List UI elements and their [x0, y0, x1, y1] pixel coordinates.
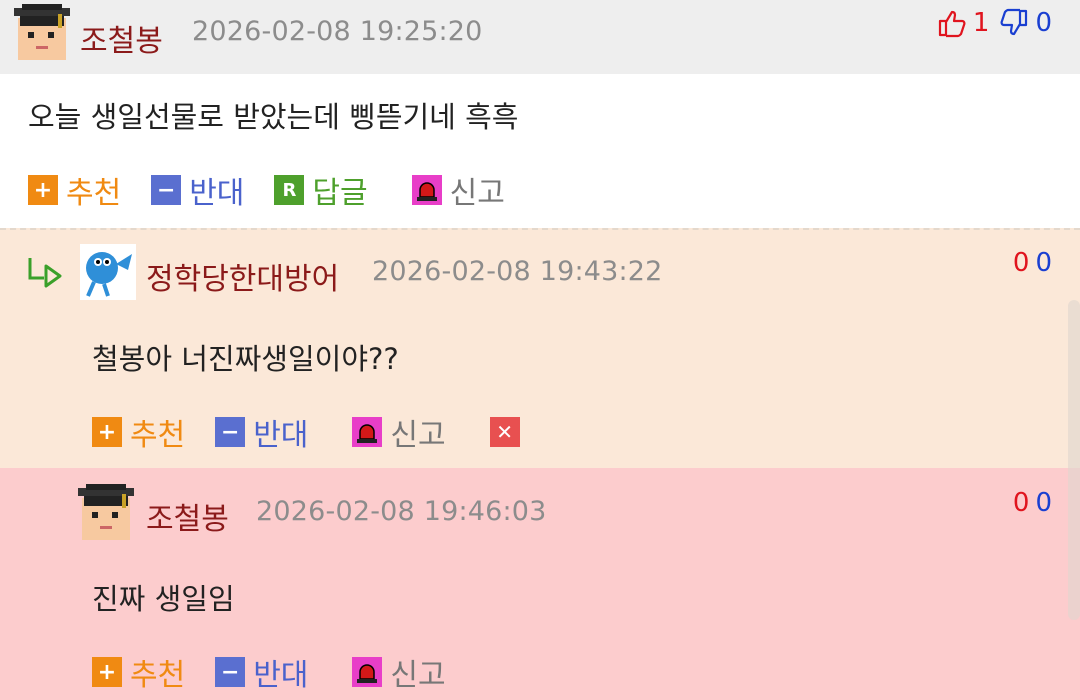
down-count: 0 — [1035, 248, 1052, 278]
close-icon: ✕ — [489, 417, 520, 447]
comment-text: 철봉아 너진짜생일이야?? — [92, 342, 399, 376]
oppose-button[interactable]: − 반대 — [215, 410, 308, 454]
plus-icon: + — [28, 175, 58, 205]
report-label: 신고 — [390, 418, 446, 453]
delete-button[interactable]: ✕ — [489, 417, 528, 447]
comment-text: 진짜 생일임 — [92, 582, 235, 616]
up-count: 0 — [1012, 488, 1030, 518]
comment-timestamp: 2026-02-08 19:43:22 — [372, 256, 663, 287]
plus-icon: + — [92, 657, 122, 687]
comment-header: 조철봉 2026-02-08 19:25:20 1 0 — [0, 0, 1080, 74]
oppose-label: 반대 — [253, 658, 309, 693]
report-label: 신고 — [390, 658, 446, 693]
report-label: 신고 — [449, 176, 505, 211]
blue-fish-avatar-icon[interactable] — [80, 244, 136, 300]
vote-counts: 1 0 — [937, 8, 1052, 38]
siren-icon — [411, 175, 442, 205]
reply-comment-item: 정학당한대방어 2026-02-08 19:43:22 0 0 철봉아 너진짜생… — [0, 228, 1080, 468]
comment-item: 조철봉 2026-02-08 19:25:20 1 0 오늘 생일선물로 받았는… — [0, 0, 1080, 228]
recommend-button[interactable]: + 추천 — [92, 650, 185, 694]
oppose-button[interactable]: − 반대 — [215, 650, 308, 694]
comment-nickname[interactable]: 정학당한대방어 — [146, 254, 339, 298]
report-button[interactable]: 신고 — [352, 650, 446, 694]
reply-arrow-icon — [28, 258, 62, 288]
up-count: 1 — [972, 8, 990, 38]
reply-button[interactable]: R 답글 — [274, 168, 368, 212]
comment-nickname[interactable]: 조철봉 — [80, 16, 163, 60]
vote-counts: 0 0 — [1013, 488, 1052, 518]
comment-timestamp: 2026-02-08 19:46:03 — [256, 496, 547, 527]
oppose-label: 반대 — [189, 176, 245, 211]
graduate-avatar-icon[interactable] — [78, 484, 134, 540]
comment-text: 오늘 생일선물로 받았는데 삥뜯기네 흑흑 — [28, 100, 519, 134]
minus-icon: − — [215, 657, 246, 687]
down-count: 0 — [1035, 8, 1052, 38]
minus-icon: − — [215, 417, 246, 447]
thumb-down-icon[interactable] — [999, 8, 1029, 38]
oppose-button[interactable]: − 반대 — [151, 168, 244, 212]
report-button[interactable]: 신고 — [411, 168, 505, 212]
thumb-up-icon[interactable] — [937, 8, 967, 38]
plus-icon: + — [92, 417, 122, 447]
siren-icon — [352, 657, 383, 687]
down-count: 0 — [1035, 488, 1052, 518]
recommend-label: 추천 — [130, 658, 186, 693]
reply-comment-item: 조철봉 2026-02-08 19:46:03 0 0 진짜 생일임 + 추천 … — [0, 468, 1080, 700]
graduate-avatar-icon[interactable] — [14, 4, 70, 60]
scrollbar[interactable] — [1068, 300, 1080, 620]
recommend-label: 추천 — [66, 176, 122, 211]
comment-actions: + 추천 − 반대 R 답글 신고 — [28, 168, 535, 212]
reply-label: 답글 — [312, 176, 368, 211]
comment-nickname[interactable]: 조철봉 — [146, 494, 229, 538]
minus-icon: − — [151, 175, 182, 205]
recommend-button[interactable]: + 추천 — [28, 168, 121, 212]
comment-timestamp: 2026-02-08 19:25:20 — [192, 16, 483, 47]
vote-counts: 0 0 — [1013, 248, 1052, 278]
siren-icon — [352, 417, 383, 447]
oppose-label: 반대 — [253, 418, 309, 453]
reply-r-icon: R — [274, 175, 305, 205]
report-button[interactable]: 신고 — [352, 410, 446, 454]
comment-actions: + 추천 − 반대 신고 ✕ — [92, 410, 558, 454]
recommend-button[interactable]: + 추천 — [92, 410, 185, 454]
up-count: 0 — [1012, 248, 1030, 278]
recommend-label: 추천 — [130, 418, 186, 453]
comment-actions: + 추천 − 반대 신고 — [92, 650, 476, 694]
